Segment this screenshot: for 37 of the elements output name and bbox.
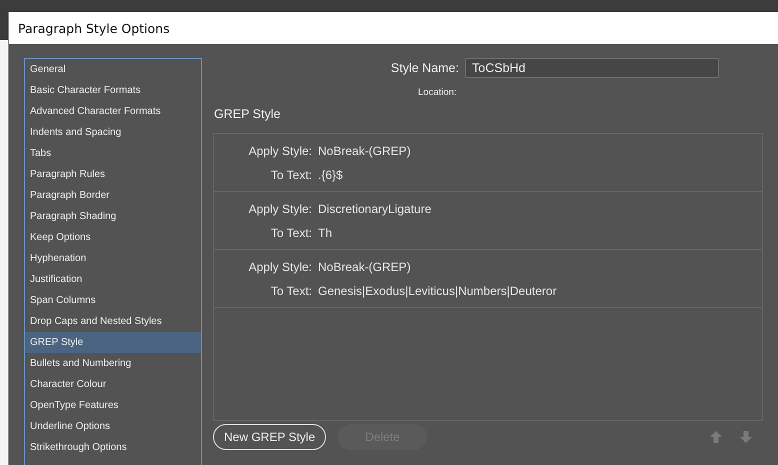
location-label: Location: [418, 87, 458, 98]
window-title: Paragraph Style Options [18, 20, 170, 36]
to-text-value: Th [318, 226, 334, 240]
sidebar-item[interactable]: Paragraph Rules [25, 164, 201, 185]
sidebar-item[interactable]: Paragraph Border [25, 185, 201, 206]
to-text-label: To Text: [270, 168, 312, 182]
sidebar-item[interactable]: Basic Character Formats [25, 80, 201, 101]
sidebar-item[interactable]: General [25, 59, 201, 80]
style-name-label: Style Name: [390, 61, 459, 75]
sidebar-item[interactable]: OpenType Features [25, 395, 201, 416]
sidebar-item[interactable]: Underline Options [25, 416, 201, 437]
apply-style-label: Apply Style: [248, 144, 312, 158]
sidebar-item[interactable]: Bullets and Numbering [25, 353, 201, 374]
sidebar-item[interactable]: Span Columns [25, 290, 201, 311]
apply-style-label: Apply Style: [248, 202, 312, 216]
apply-style-value: DiscretionaryLigature [318, 202, 432, 216]
sidebar-item[interactable]: Indents and Spacing [25, 122, 201, 143]
apply-style-value: NoBreak-(GREP) [318, 144, 412, 158]
sidebar-item[interactable]: Justification [25, 269, 201, 290]
sidebar-item[interactable]: Keep Options [25, 227, 201, 248]
sidebar-item[interactable]: Drop Caps and Nested Styles [25, 311, 201, 332]
sidebar-item[interactable]: Hyphenation [25, 248, 201, 269]
sidebar-item[interactable]: Advanced Character Formats [25, 101, 201, 122]
to-text-label: To Text: [270, 226, 312, 240]
style-name-field[interactable]: ToCSbHd [465, 58, 719, 78]
sidebar-item[interactable]: Character Colour [25, 374, 201, 395]
to-text-value: .{6}$ [318, 168, 344, 182]
sidebar-item[interactable]: GREP Style [25, 332, 201, 353]
to-text-label: To Text: [270, 284, 312, 298]
apply-style-label: Apply Style: [248, 260, 312, 274]
to-text-value: Genesis|Exodus|Leviticus|Numbers|Deuteror [318, 284, 558, 298]
sidebar-item[interactable]: Paragraph Shading [25, 206, 201, 227]
sidebar-item[interactable]: Strikethrough Options [25, 437, 201, 458]
sidebar-item[interactable]: Tabs [25, 143, 201, 164]
apply-style-value: NoBreak-(GREP) [318, 260, 412, 274]
new-grep-style-button[interactable]: New GREP Style [213, 424, 326, 450]
section-title: GREP Style [214, 107, 282, 121]
